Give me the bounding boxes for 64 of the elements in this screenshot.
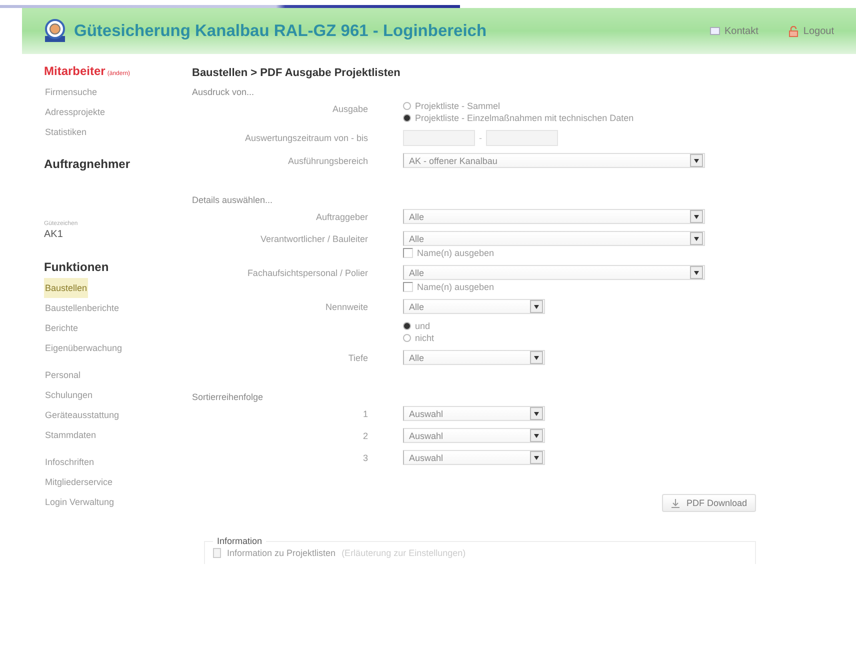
radio-button[interactable] xyxy=(403,114,411,122)
contractor-value: AK1 xyxy=(44,229,64,240)
field-label: Auftraggeber xyxy=(314,211,368,222)
radio-option[interactable]: Projektliste - Sammel xyxy=(403,101,856,111)
sidebar-item[interactable]: Schulungen xyxy=(44,385,94,405)
dropdown[interactable]: Alle xyxy=(403,265,705,280)
field-label: Ausgabe xyxy=(331,103,368,114)
section-title: Ausdruck von... xyxy=(192,87,256,97)
range-separator: - xyxy=(478,133,483,143)
radio-option[interactable]: Projektliste - Einzelmaßnahmen mit technischen Daten xyxy=(403,113,856,123)
checkbox-option[interactable]: Name(n) ausgeben xyxy=(403,248,856,258)
radio-button[interactable] xyxy=(403,102,411,110)
checkbox-option[interactable]: Name(n) ausgeben xyxy=(403,282,856,292)
breadcrumb: Baustellen > PDF Ausgabe Projektlisten xyxy=(192,67,402,79)
dropdown[interactable]: Alle xyxy=(403,209,705,224)
sidebar-item[interactable]: Infoschriften xyxy=(44,452,96,472)
section-heading: Funktionen xyxy=(44,260,110,274)
sidebar-item[interactable]: Berichte xyxy=(44,318,80,338)
pdf-download-button[interactable]: PDF Download xyxy=(662,494,756,512)
radio-option[interactable]: nicht xyxy=(403,333,856,343)
section-title: Sortierreihenfolge xyxy=(192,392,264,402)
radio-button[interactable] xyxy=(403,334,411,342)
contact-link[interactable]: Kontakt xyxy=(710,26,758,36)
sidebar-item[interactable]: Baustellen xyxy=(44,278,88,298)
page-title: Gütesicherung Kanalbau RAL-GZ 961 - Loginbereich xyxy=(74,22,488,40)
field-label: 1 xyxy=(362,408,368,419)
panel-legend: Information xyxy=(213,536,266,546)
field-label: Fachaufsichtspersonal / Polier xyxy=(246,267,368,278)
sidebar-item[interactable]: Personal xyxy=(44,365,82,385)
sidebar-item[interactable]: Login Verwaltung xyxy=(44,492,116,512)
dropdown[interactable]: AK - offener Kanalbau xyxy=(403,153,705,168)
field-label: 2 xyxy=(362,430,368,441)
info-link[interactable]: Information zu Projektlisten xyxy=(227,548,336,558)
download-icon xyxy=(671,498,680,508)
field-label: Verantwortlicher / Bauleiter xyxy=(259,233,368,244)
sidebar-item[interactable]: Adressprojekte xyxy=(44,102,106,122)
radio-option[interactable]: und xyxy=(403,321,856,331)
sidebar-item[interactable]: Statistiken xyxy=(44,122,88,142)
radio-button[interactable] xyxy=(403,322,411,330)
sidebar-item[interactable]: Baustellenberichte xyxy=(44,298,120,318)
field-label: Tiefe xyxy=(347,352,368,363)
logo-icon xyxy=(44,19,66,43)
field-label: Nennweite xyxy=(324,301,368,312)
sidebar-item[interactable]: Eigenüberwachung xyxy=(44,338,124,358)
sidebar-item[interactable]: Firmensuche xyxy=(44,82,98,102)
sidebar-item[interactable]: Stammdaten xyxy=(44,425,98,445)
field-label: Auswertungszeitraum von - bis xyxy=(244,132,368,143)
dropdown[interactable]: Auswahl xyxy=(403,406,545,421)
envelope-icon xyxy=(710,27,720,35)
field-label: 3 xyxy=(362,452,368,463)
dropdown[interactable]: Alle xyxy=(403,350,545,365)
field-label: Ausführungsbereich xyxy=(286,155,368,166)
logout-link[interactable]: Logout xyxy=(788,26,834,36)
dropdown[interactable]: Alle xyxy=(403,299,545,314)
checkbox[interactable] xyxy=(403,282,413,292)
lock-icon xyxy=(788,26,800,36)
dropdown[interactable]: Auswahl xyxy=(403,428,545,443)
section-heading: Auftragnehmer xyxy=(44,157,132,171)
section-title: Details auswählen... xyxy=(192,195,274,205)
checkbox[interactable] xyxy=(403,248,413,258)
dropdown[interactable]: Auswahl xyxy=(403,450,545,465)
dropdown[interactable]: Alle xyxy=(403,231,705,246)
sidebar-item[interactable]: Geräteausstattung xyxy=(44,405,120,425)
sidebar-item[interactable]: Mitgliederservice xyxy=(44,472,114,492)
